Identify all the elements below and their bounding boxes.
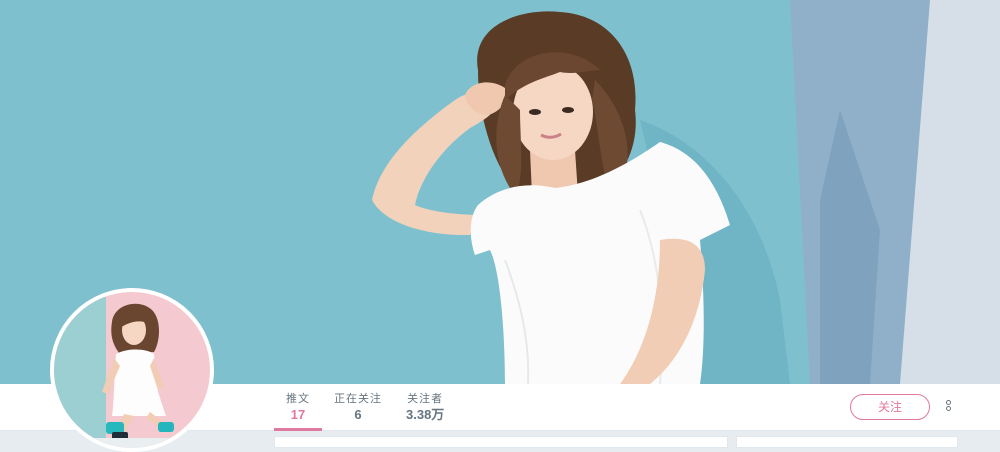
tweets-label: 推文 <box>286 393 310 405</box>
follow-button[interactable]: 关注 <box>850 394 930 420</box>
tweets-count: 17 <box>290 407 306 422</box>
following-count: 6 <box>354 407 362 422</box>
timeline-card <box>274 436 728 448</box>
sidebar-card <box>736 436 958 448</box>
avatar-photo <box>54 292 210 448</box>
following-label: 正在关注 <box>334 393 382 405</box>
more-vertical-icon[interactable] <box>943 399 953 417</box>
tab-tweets[interactable]: 推文 17 <box>274 384 322 431</box>
followers-count: 3.38万 <box>406 407 445 422</box>
profile-stats: 推文 17 正在关注 6 关注者 3.38万 <box>274 384 456 431</box>
profile-avatar[interactable] <box>50 288 214 452</box>
tab-followers[interactable]: 关注者 3.38万 <box>394 384 456 430</box>
followers-label: 关注者 <box>407 393 444 405</box>
tab-following[interactable]: 正在关注 6 <box>322 384 394 430</box>
